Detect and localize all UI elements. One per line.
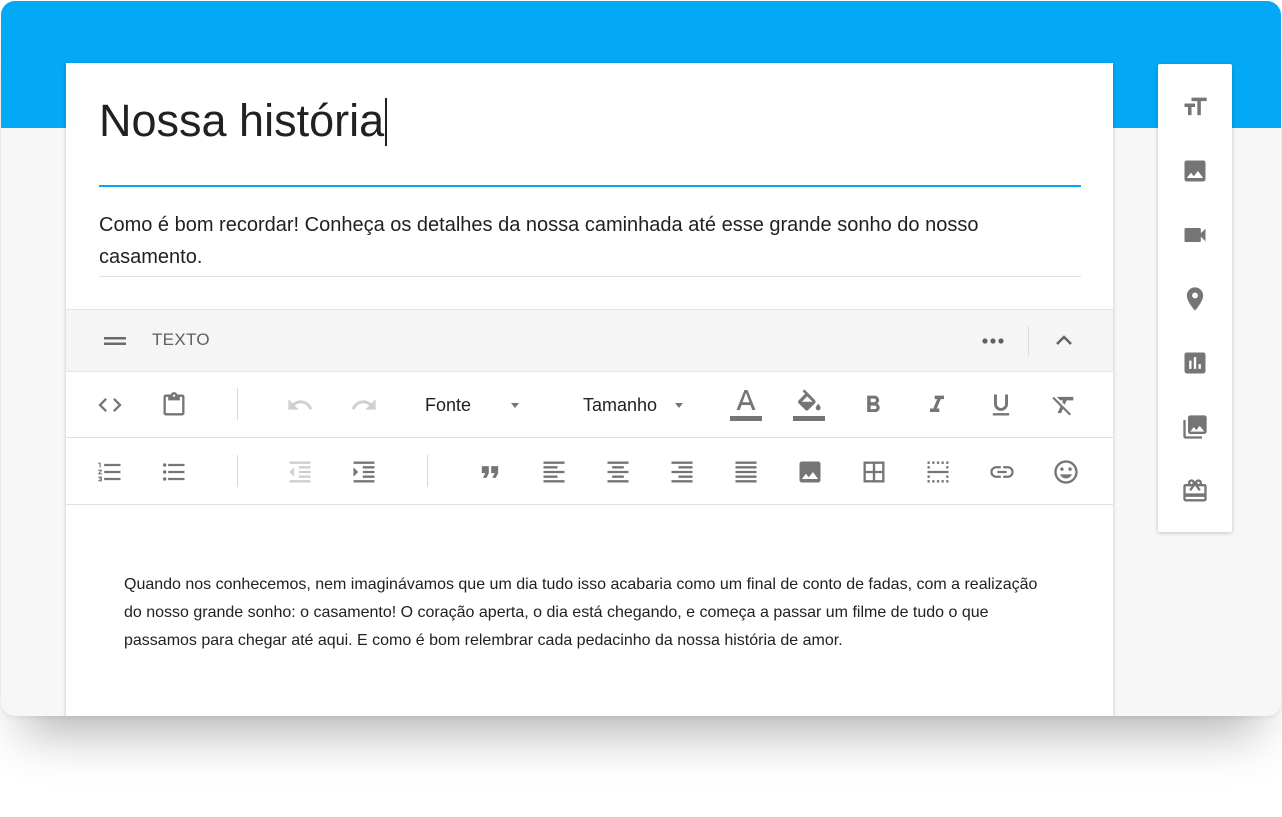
chart-icon <box>1184 352 1206 374</box>
blockquote-button[interactable] <box>474 456 506 488</box>
post-title[interactable]: Nossa história <box>99 93 387 149</box>
align-center-icon <box>607 461 629 483</box>
align-center-button[interactable] <box>602 456 634 488</box>
size-dropdown-arrow-icon <box>675 402 684 408</box>
fill-color-icon <box>793 389 825 421</box>
title-field[interactable]: Nossa história <box>99 89 1081 187</box>
justify-button[interactable] <box>730 456 762 488</box>
paste-button[interactable] <box>158 389 190 421</box>
horizontal-rule-button[interactable] <box>922 456 954 488</box>
toolbar-separator <box>427 455 428 487</box>
video-icon <box>1184 228 1206 242</box>
text-caret <box>385 98 387 146</box>
numbered-list-button[interactable] <box>94 456 126 488</box>
underline-button[interactable] <box>985 389 1017 421</box>
horizontal-rule-icon <box>927 461 949 483</box>
subtitle-field[interactable]: Como é bom recordar! Conheça os detalhes… <box>99 209 1081 277</box>
align-right-icon <box>671 461 693 483</box>
gift-icon <box>1183 479 1207 502</box>
text-color-icon <box>730 390 762 421</box>
font-size-dropdown[interactable]: Tamanho <box>583 390 684 420</box>
post-subtitle[interactable]: Como é bom recordar! Conheça os detalhes… <box>99 209 1081 273</box>
numbered-list-icon <box>98 462 121 482</box>
insert-emoji-button[interactable] <box>1050 456 1082 488</box>
editor-card: Nossa história Como é bom recordar! Conh… <box>66 63 1113 716</box>
indent-icon <box>353 461 375 483</box>
align-left-button[interactable] <box>538 456 570 488</box>
clear-format-button[interactable] <box>1048 389 1080 421</box>
editor-content[interactable]: Quando nos conhecemos, nem imaginávamos … <box>124 571 1054 655</box>
bold-icon <box>867 395 880 412</box>
text-color-button[interactable] <box>728 386 764 424</box>
add-image-block-button[interactable] <box>1179 155 1211 187</box>
image-icon <box>1184 160 1206 182</box>
drag-handle-icon[interactable] <box>104 334 126 348</box>
clipboard-icon <box>163 392 185 416</box>
table-icon <box>863 461 885 483</box>
outdent-button[interactable] <box>284 456 316 488</box>
more-options-icon[interactable] <box>978 330 1008 352</box>
image-icon <box>799 461 821 483</box>
align-right-button[interactable] <box>666 456 698 488</box>
bold-button[interactable] <box>857 389 889 421</box>
bulleted-list-icon <box>162 463 185 481</box>
insert-image-button[interactable] <box>794 456 826 488</box>
link-icon <box>990 466 1014 478</box>
quote-icon <box>481 466 499 478</box>
add-chart-block-button[interactable] <box>1179 347 1211 379</box>
collapse-icon[interactable] <box>1050 328 1078 354</box>
section-divider <box>1028 326 1029 356</box>
gallery-icon <box>1183 415 1207 439</box>
clear-format-icon <box>1052 396 1074 416</box>
redo-icon <box>351 399 376 410</box>
undo-icon <box>288 399 313 410</box>
add-location-block-button[interactable] <box>1179 283 1211 315</box>
insert-link-button[interactable] <box>986 456 1018 488</box>
section-label: TEXTO <box>152 330 210 349</box>
emoji-icon <box>1054 460 1078 484</box>
section-header: TEXTO <box>66 309 1113 372</box>
bulleted-list-button[interactable] <box>158 456 190 488</box>
font-size-label: Tamanho <box>583 394 658 415</box>
code-icon <box>98 398 122 412</box>
underline-icon <box>992 394 1010 416</box>
toolbar-row-2 <box>66 439 1113 505</box>
add-gallery-block-button[interactable] <box>1179 411 1211 443</box>
text-size-icon <box>1184 97 1207 116</box>
add-gift-block-button[interactable] <box>1179 475 1211 507</box>
fill-color-button[interactable] <box>791 386 827 424</box>
toolbar-separator <box>237 455 238 487</box>
location-pin-icon <box>1186 287 1204 311</box>
justify-icon <box>735 461 757 483</box>
undo-button[interactable] <box>284 389 316 421</box>
block-type-panel <box>1158 64 1232 532</box>
insert-table-button[interactable] <box>858 456 890 488</box>
font-family-dropdown[interactable]: Fonte <box>425 390 520 420</box>
font-family-label: Fonte <box>425 394 472 415</box>
align-left-icon <box>543 461 565 483</box>
app-window: Nossa história Como é bom recordar! Conh… <box>1 1 1281 716</box>
italic-button[interactable] <box>921 389 953 421</box>
toolbar-row-1: Fonte Tamanho <box>66 372 1113 438</box>
italic-icon <box>930 395 944 412</box>
outdent-icon <box>289 461 311 483</box>
add-text-block-button[interactable] <box>1179 91 1211 123</box>
source-code-button[interactable] <box>94 389 126 421</box>
indent-button[interactable] <box>348 456 380 488</box>
toolbar-separator <box>237 388 238 420</box>
add-video-block-button[interactable] <box>1179 219 1211 251</box>
redo-button[interactable] <box>348 389 380 421</box>
font-dropdown-arrow-icon <box>511 402 520 408</box>
